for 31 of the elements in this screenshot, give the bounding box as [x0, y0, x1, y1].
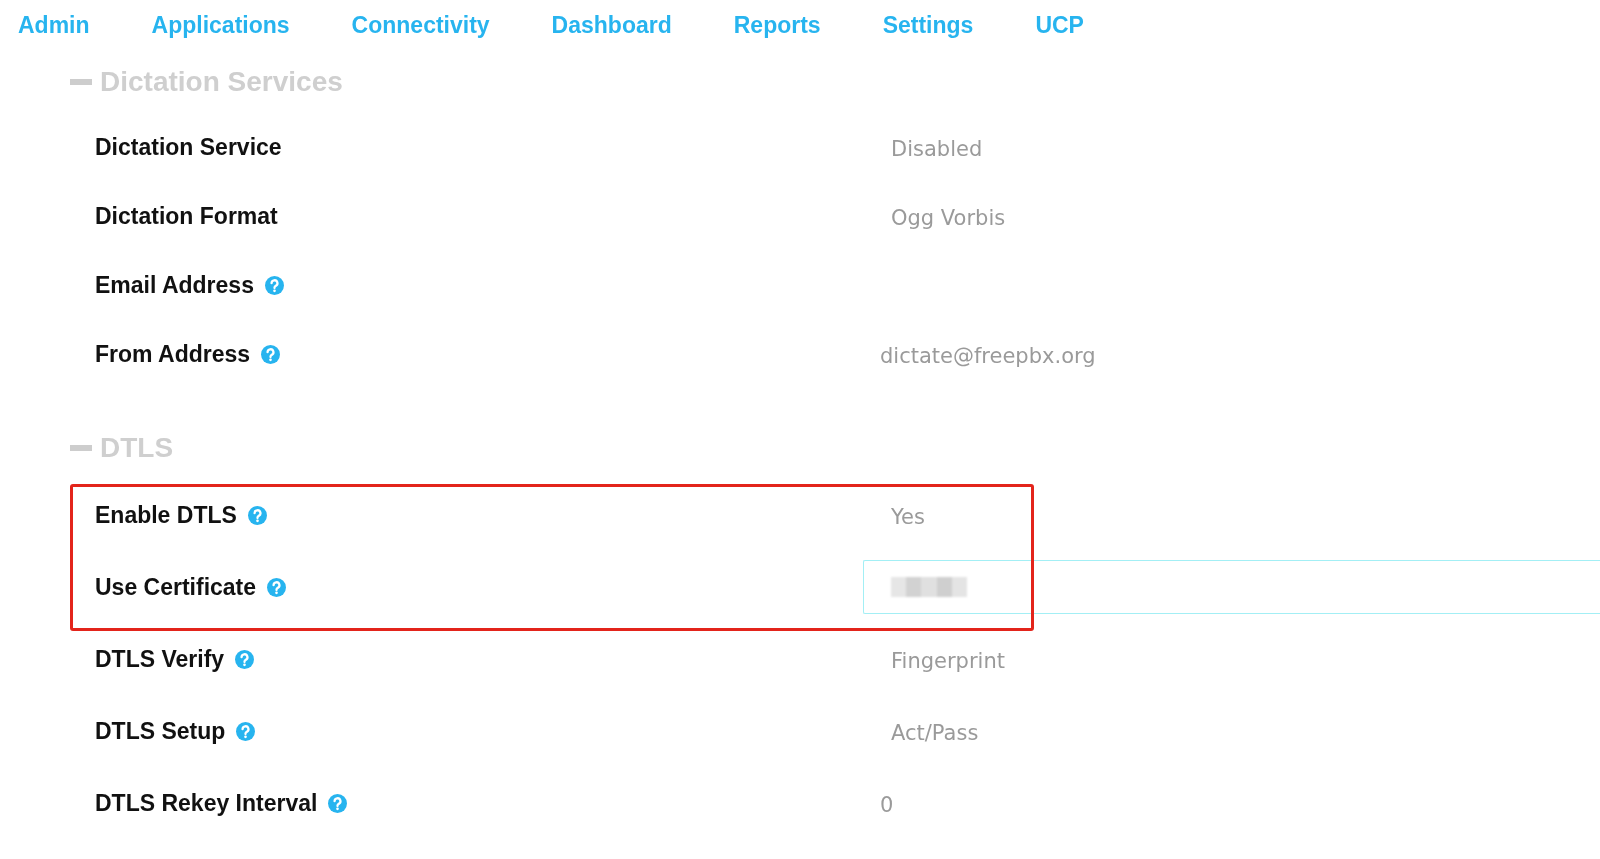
field-value: Fingerprint [891, 648, 1005, 673]
nav-link[interactable]: Reports [733, 12, 821, 39]
field-value: Yes [891, 504, 925, 529]
help-icon[interactable] [236, 721, 256, 741]
nav-link[interactable]: Connectivity [351, 12, 490, 39]
field-label: Dictation Format [95, 203, 278, 230]
nav-link[interactable]: Dashboard [551, 12, 672, 39]
text-field[interactable]: dictate@freepbx.org [880, 344, 1096, 368]
help-icon[interactable] [328, 793, 348, 813]
field-label: DTLS Rekey Interval [95, 789, 318, 817]
nav-link[interactable]: UCP [1035, 12, 1084, 39]
field-value: Ogg Vorbis [891, 206, 1006, 230]
field-label: Email Address [95, 272, 254, 299]
help-icon[interactable] [267, 577, 287, 597]
field-label: DTLS Setup [95, 717, 226, 745]
text-field[interactable]: 0 [880, 792, 894, 817]
field-label: DTLS Verify [95, 645, 225, 673]
nav-link[interactable]: Admin [18, 12, 90, 39]
field-label: From Address [95, 341, 251, 368]
nav-link[interactable]: Applications [151, 12, 290, 39]
nav-link[interactable]: Settings [882, 12, 974, 39]
field-label: Dictation Service [95, 134, 282, 161]
field-value: Disabled [891, 137, 983, 161]
field-label: Use Certificate [95, 573, 257, 601]
field-value: Act/Pass [891, 720, 979, 745]
help-icon[interactable] [235, 649, 255, 669]
help-icon[interactable] [261, 345, 281, 364]
help-icon[interactable] [264, 276, 284, 295]
field-label: Enable DTLS [95, 501, 237, 529]
help-icon[interactable] [247, 505, 267, 525]
select-field[interactable] [863, 560, 1600, 614]
